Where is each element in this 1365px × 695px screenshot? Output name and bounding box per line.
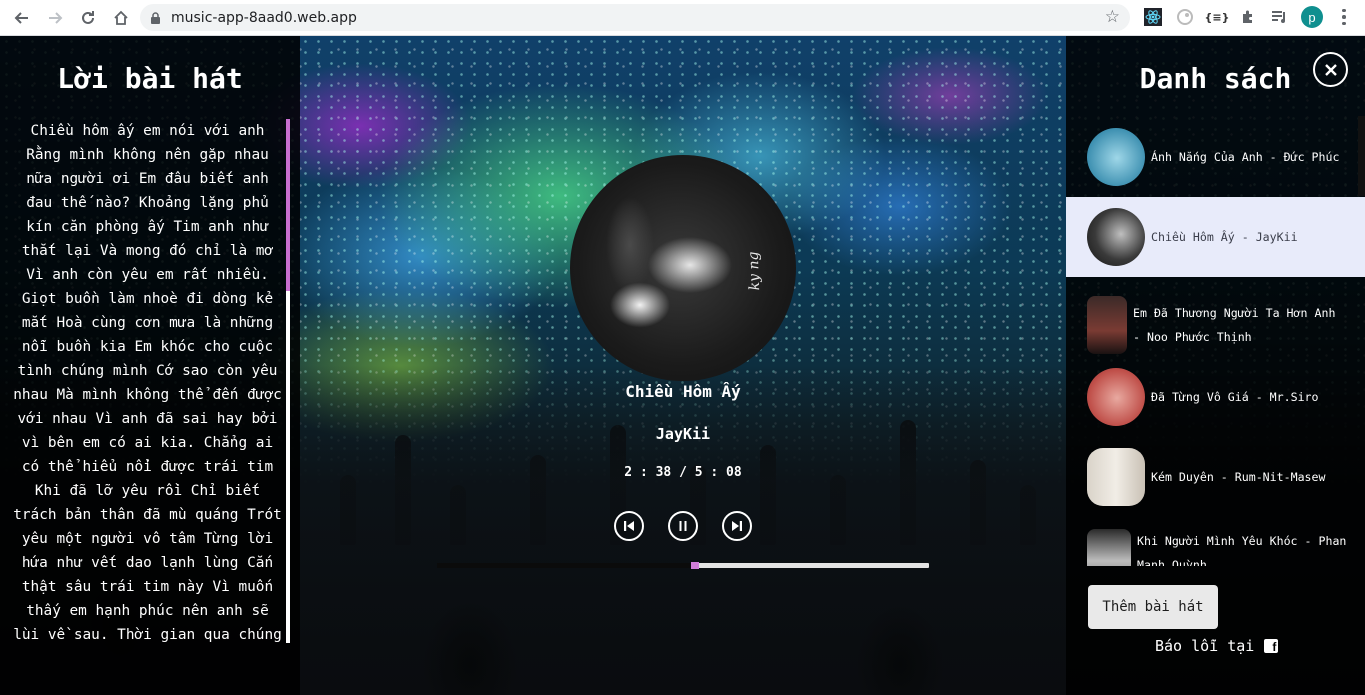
back-arrow-icon[interactable] xyxy=(11,7,33,29)
seek-bar-progress xyxy=(437,563,693,568)
add-song-button[interactable]: Thêm bài hát xyxy=(1088,585,1218,629)
facebook-icon[interactable]: f xyxy=(1264,639,1279,654)
lock-icon xyxy=(149,11,161,24)
song-item[interactable]: Khi Người Mình Yêu Khóc - Phan Mạnh Quỳn… xyxy=(1066,517,1365,566)
report-error-label: Báo lỗi tại xyxy=(1155,637,1255,655)
close-button[interactable] xyxy=(1313,52,1348,87)
playlist-scrollbar[interactable] xyxy=(1358,116,1365,196)
album-art-signature: ky ng xyxy=(745,251,764,291)
playback-time: 2 : 38 / 5 : 08 xyxy=(624,465,742,480)
seek-bar-thumb[interactable] xyxy=(690,562,699,569)
json-viewer-icon[interactable]: {≡} xyxy=(1203,6,1231,28)
browser-toolbar: music-app-8aad0.web.app ☆ {≡} p xyxy=(0,0,1365,36)
song-thumbnail xyxy=(1087,128,1145,186)
lyrics-scrollbar-thumb[interactable] xyxy=(286,119,290,291)
song-item-label: Em Đã Thương Người Ta Hơn Anh - Noo Phướ… xyxy=(1133,306,1336,344)
url-text: music-app-8aad0.web.app xyxy=(171,9,357,26)
lyrics-title: Lời bài hát xyxy=(57,62,243,95)
song-item[interactable]: Ánh Nắng Của Anh - Đức Phúc xyxy=(1066,117,1365,197)
song-item-label: Kém Duyên - Rum-Nit-Masew xyxy=(1151,470,1326,484)
song-thumbnail xyxy=(1087,208,1145,266)
reload-icon[interactable] xyxy=(77,7,99,29)
lyrics-scrollbar[interactable] xyxy=(286,119,290,643)
bookmark-star-icon[interactable]: ☆ xyxy=(1105,7,1120,27)
pause-icon xyxy=(679,521,687,531)
song-item-label: Đã Từng Vô Giá - Mr.Siro xyxy=(1151,390,1319,404)
song-thumbnail xyxy=(1087,368,1145,426)
lyrics-panel: Lời bài hát Chiều hôm ấy em nói với anh … xyxy=(0,36,300,695)
pause-button[interactable] xyxy=(668,511,698,541)
close-icon xyxy=(1324,63,1337,76)
skip-previous-icon xyxy=(624,521,634,531)
profile-avatar[interactable]: p xyxy=(1301,6,1323,28)
lyrics-text: Chiều hôm ấy em nói với anh Rằng mình kh… xyxy=(13,123,282,643)
puzzle-extensions-icon[interactable] xyxy=(1237,6,1259,28)
song-item-label: Chiều Hôm Ấy - JayKii xyxy=(1151,230,1298,244)
next-track-button[interactable] xyxy=(722,511,752,541)
song-thumbnail xyxy=(1087,296,1127,354)
forward-arrow-icon[interactable] xyxy=(44,7,66,29)
browser-menu-icon[interactable] xyxy=(1336,6,1352,28)
now-playing-artist: JayKii xyxy=(655,425,711,443)
react-devtools-icon[interactable] xyxy=(1142,6,1164,28)
song-item-active[interactable]: Chiều Hôm Ấy - JayKii xyxy=(1066,197,1365,277)
seek-bar[interactable] xyxy=(437,562,929,569)
address-bar[interactable]: music-app-8aad0.web.app ☆ xyxy=(140,4,1130,31)
song-item[interactable]: Đã Từng Vô Giá - Mr.Siro xyxy=(1066,357,1365,437)
media-queue-icon[interactable] xyxy=(1268,6,1290,28)
song-item-label: Khi Người Mình Yêu Khóc - Phan Mạnh Quỳn… xyxy=(1137,534,1347,566)
album-art-disc: ky ng xyxy=(570,155,796,381)
song-item-label: Ánh Nắng Của Anh - Đức Phúc xyxy=(1151,150,1340,164)
song-item[interactable]: Kém Duyên - Rum-Nit-Masew xyxy=(1066,437,1365,517)
song-thumbnail xyxy=(1087,448,1145,506)
song-list[interactable]: Ánh Nắng Của Anh - Đức Phúc Chiều Hôm Ấy… xyxy=(1066,116,1365,566)
home-icon[interactable] xyxy=(110,7,132,29)
skip-next-icon xyxy=(732,521,742,531)
now-playing-title: Chiều Hôm Ấy xyxy=(625,382,741,401)
song-thumbnail xyxy=(1087,529,1131,566)
previous-track-button[interactable] xyxy=(614,511,644,541)
report-error-link[interactable]: Báo lỗi tại f xyxy=(1155,637,1279,655)
extension-circle-icon[interactable] xyxy=(1174,6,1196,28)
